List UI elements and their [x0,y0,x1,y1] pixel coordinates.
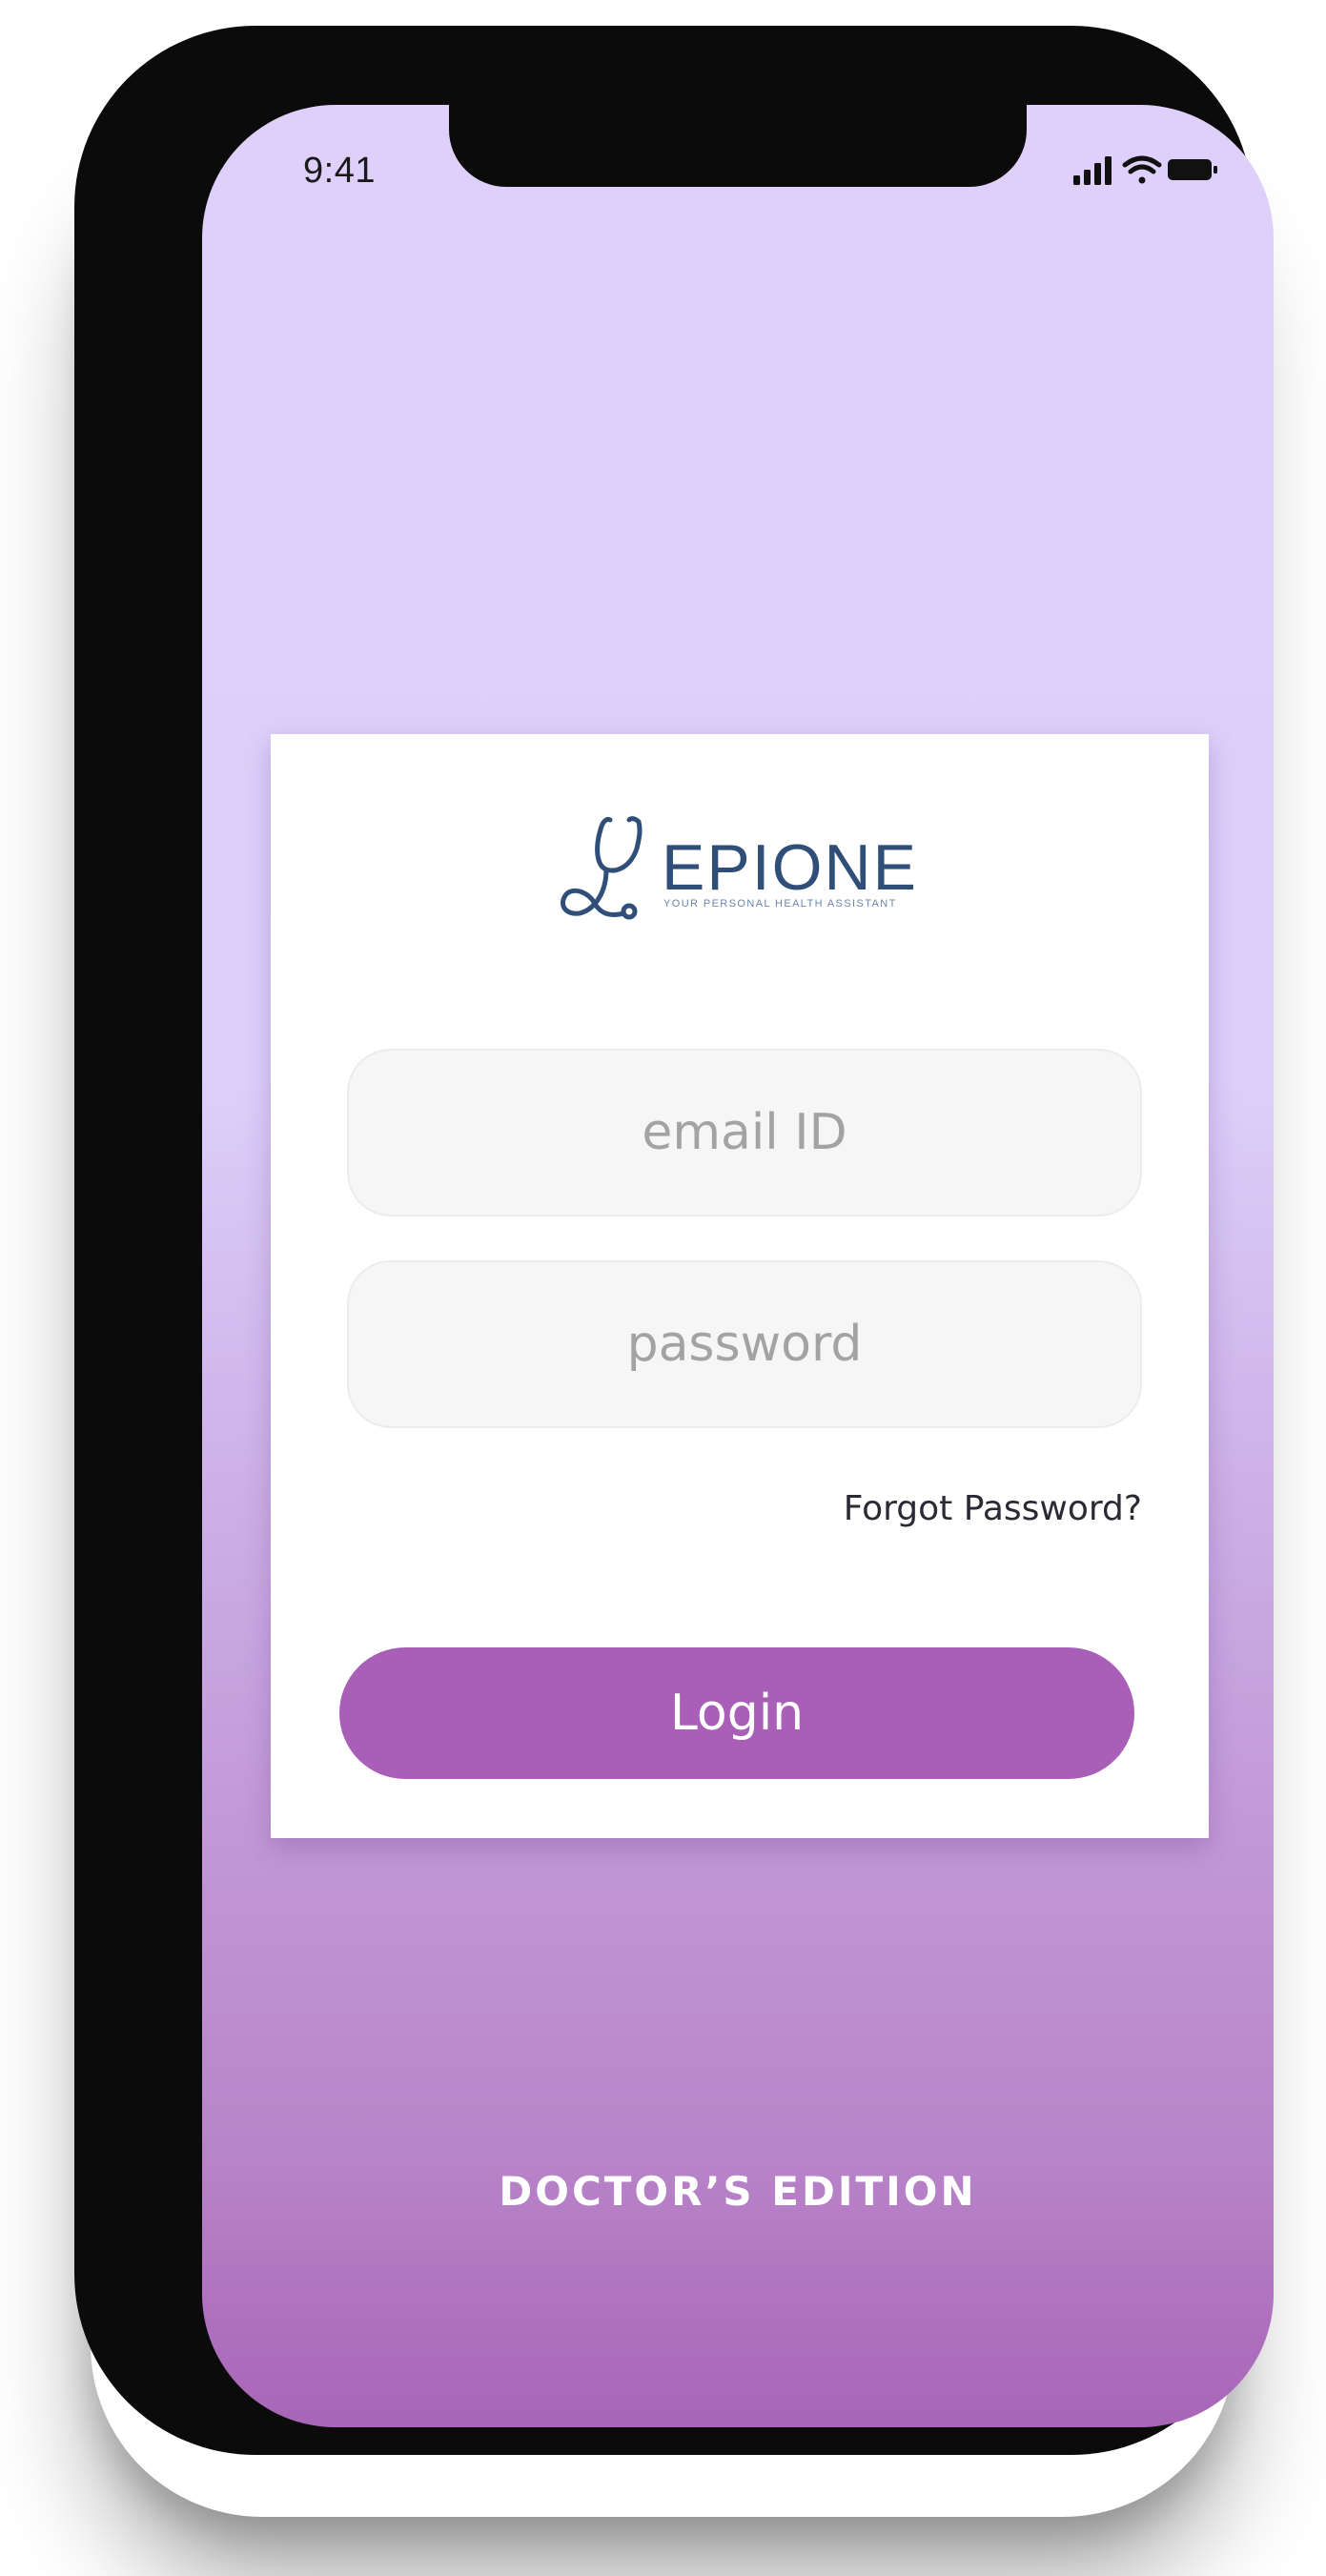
email-field[interactable] [347,1049,1142,1216]
login-card: EPIONE YOUR PERSONAL HEALTH ASSISTANT Fo… [271,734,1209,1838]
battery-icon [1168,159,1217,180]
wifi-icon [1122,155,1162,184]
phone-notch [449,105,1027,187]
phone-frame: 9:41 EPIONE YOUR PERSONAL HEALTH ASSISTA… [74,26,1274,2455]
status-icons [1030,153,1220,187]
password-field[interactable] [347,1260,1142,1428]
brand-logo: EPIONE YOUR PERSONAL HEALTH ASSISTANT [547,810,928,934]
app-screen: 9:41 EPIONE YOUR PERSONAL HEALTH ASSISTA… [202,105,1274,2427]
brand-name: EPIONE [662,831,918,904]
signal-icon [1073,156,1112,185]
edition-label: DOCTOR’S EDITION [499,2168,977,2215]
login-button[interactable]: Login [339,1647,1134,1779]
brand-tagline: YOUR PERSONAL HEALTH ASSISTANT [663,898,897,910]
page: 9:41 EPIONE YOUR PERSONAL HEALTH ASSISTA… [0,0,1326,2576]
stethoscope-icon [561,816,643,920]
forgot-password-link[interactable]: Forgot Password? [844,1489,1142,1528]
status-time: 9:41 [303,151,376,191]
